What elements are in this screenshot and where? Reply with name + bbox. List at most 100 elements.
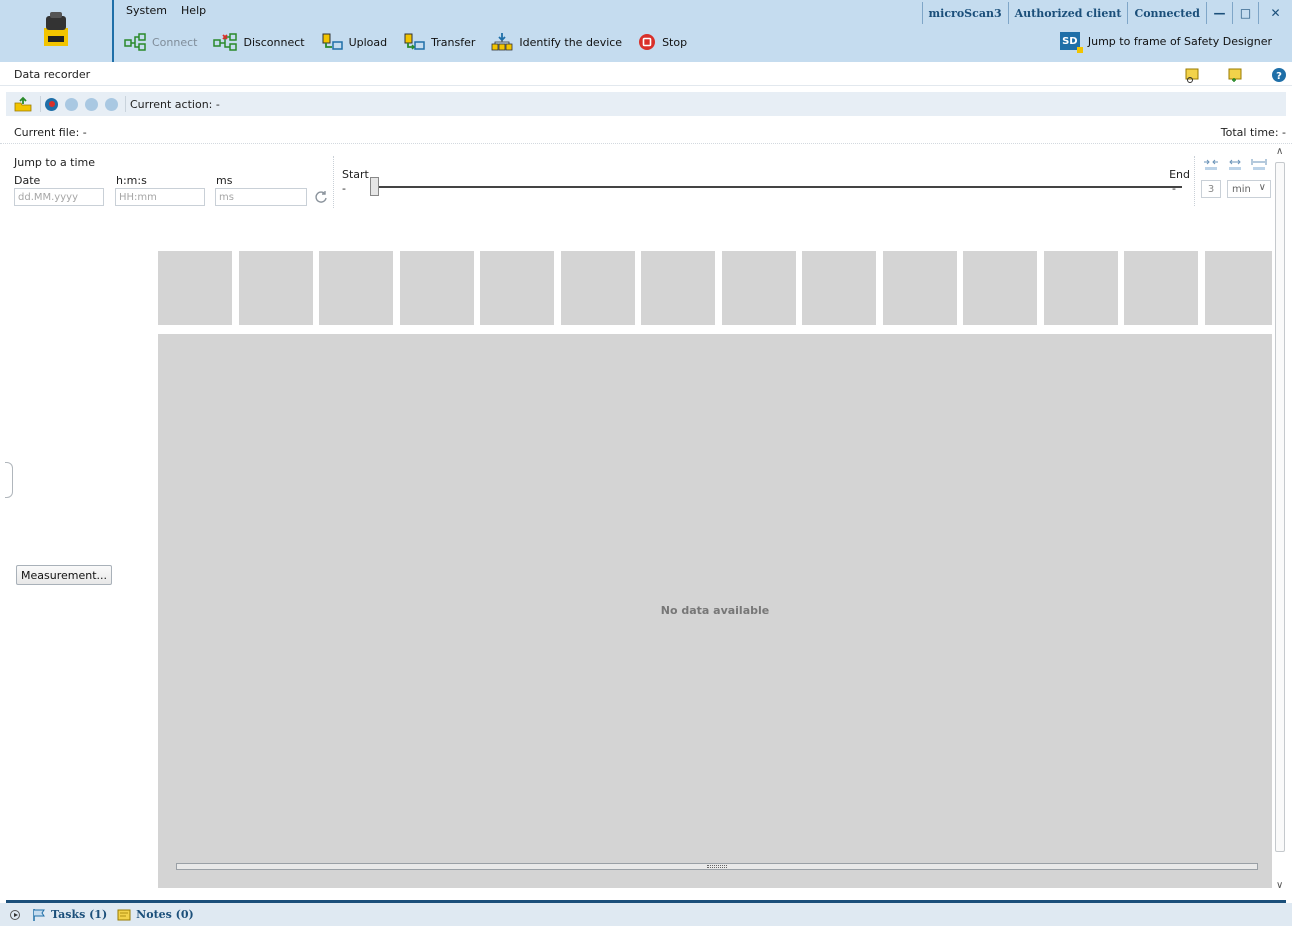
thumbnail-cell[interactable]: [1044, 251, 1118, 325]
status-area: microScan3 Authorized client Connected —…: [921, 2, 1292, 24]
thumbnail-strip: [158, 251, 1272, 325]
zoom-in-icon[interactable]: [1203, 158, 1219, 172]
connect-button[interactable]: Connect: [124, 33, 197, 51]
ms-label: ms: [216, 174, 233, 187]
identify-device-button[interactable]: Identify the device: [491, 33, 622, 51]
transfer-button[interactable]: Transfer: [403, 33, 475, 51]
time-slider-thumb[interactable]: [370, 177, 379, 196]
thumbnail-cell[interactable]: [319, 251, 393, 325]
minimize-button[interactable]: —: [1206, 2, 1232, 24]
disconnect-label: Disconnect: [243, 35, 305, 49]
zoom-amount-input[interactable]: 3: [1201, 180, 1221, 198]
stop-button[interactable]: Stop: [638, 33, 687, 51]
upload-button[interactable]: Upload: [321, 33, 388, 51]
thumbnail-cell[interactable]: [1205, 251, 1272, 325]
end-label: End: [1169, 168, 1190, 181]
measurement-button[interactable]: Measurement...: [16, 565, 113, 585]
page-header: Data recorder ?: [0, 64, 1292, 86]
bottom-panel-bar: Tasks (1) Notes (0): [0, 903, 1292, 926]
current-action-label: Current action: -: [130, 97, 220, 111]
thumbnail-cell[interactable]: [400, 251, 474, 325]
refresh-icon[interactable]: [314, 190, 328, 204]
zoom-out-icon[interactable]: [1227, 158, 1243, 172]
thumbnail-cell[interactable]: [963, 251, 1037, 325]
chevron-down-icon: ∨: [1258, 182, 1266, 193]
date-input[interactable]: [14, 188, 104, 206]
connect-label: Connect: [152, 35, 198, 49]
flag-icon: [33, 908, 45, 921]
chevron-up-icon[interactable]: ∧: [1276, 147, 1284, 157]
file-info-row: Current file: - Total time: -: [0, 124, 1292, 144]
transfer-label: Transfer: [431, 35, 476, 49]
thumbnail-cell[interactable]: [1124, 251, 1198, 325]
thumbnail-cell[interactable]: [480, 251, 554, 325]
tab-notes[interactable]: Notes (0): [117, 908, 194, 922]
stop-icon: [639, 34, 656, 50]
separator: [125, 96, 126, 112]
disconnect-button[interactable]: Disconnect: [213, 33, 305, 51]
identify-icon: [491, 33, 513, 51]
connection-status-label: Connected: [1127, 2, 1206, 24]
thumbnail-cell[interactable]: [561, 251, 635, 325]
hms-label: h:m:s: [116, 174, 147, 187]
tasks-label: Tasks (1): [51, 908, 108, 921]
expand-panel-icon[interactable]: [10, 909, 20, 920]
chevron-down-icon[interactable]: ∨: [1276, 881, 1284, 891]
maximize-button[interactable]: □: [1232, 2, 1258, 24]
zoom-unit-select[interactable]: min ∨: [1227, 180, 1271, 198]
close-button[interactable]: ✕: [1258, 2, 1292, 24]
date-label: Date: [14, 174, 41, 187]
no-data-message: No data available: [660, 604, 770, 617]
notes-label: Notes (0): [136, 908, 194, 921]
data-view-area: No data available: [158, 334, 1272, 888]
zoom-fit-icon[interactable]: [1251, 158, 1267, 172]
time-slider-track[interactable]: [372, 186, 1182, 188]
notes-icon: [117, 909, 131, 920]
thumbnail-cell[interactable]: [158, 251, 232, 325]
pause-icon[interactable]: [85, 97, 98, 111]
jump-heading: Jump to a time: [14, 156, 96, 169]
sidebar-expand-handle[interactable]: [5, 462, 13, 498]
disconnect-icon: [213, 33, 238, 51]
hms-input[interactable]: [115, 188, 205, 206]
vertical-scrollbar[interactable]: ∧ ∨: [1272, 146, 1288, 894]
help-icon[interactable]: ?: [1271, 67, 1287, 83]
menu-system[interactable]: System: [126, 4, 167, 22]
time-slider-area: Start - End -: [340, 164, 1190, 204]
thumbnail-cell[interactable]: [883, 251, 957, 325]
connect-icon: [124, 33, 146, 51]
jump-to-safety-designer-link[interactable]: SD Jump to frame of Safety Designer: [1059, 32, 1272, 53]
start-value: -: [342, 182, 346, 195]
vertical-scroll-thumb[interactable]: [1275, 162, 1285, 852]
thumbnail-cell[interactable]: [239, 251, 313, 325]
menu-bar: System Help: [116, 4, 206, 22]
stop-label: Stop: [662, 35, 688, 49]
current-file-label: Current file: -: [14, 126, 87, 139]
play-icon[interactable]: [65, 97, 78, 111]
thumbnail-cell[interactable]: [802, 251, 876, 325]
transfer-icon: [404, 33, 425, 50]
scanner-device-icon: [44, 12, 68, 46]
ms-input[interactable]: [215, 188, 307, 206]
total-time-label: Total time: -: [1220, 126, 1286, 139]
note-view-icon[interactable]: [1184, 67, 1200, 83]
open-file-icon[interactable]: [14, 96, 32, 112]
client-status-label: Authorized client: [1007, 2, 1128, 24]
record-icon[interactable]: [45, 97, 58, 111]
horizontal-scrollbar[interactable]: [176, 863, 1258, 870]
end-value: -: [1172, 182, 1176, 195]
separator: [40, 96, 41, 112]
menu-help[interactable]: Help: [181, 4, 206, 22]
thumbnail-cell[interactable]: [641, 251, 715, 325]
note-add-icon[interactable]: [1227, 67, 1243, 83]
safety-designer-icon: SD: [1059, 32, 1083, 53]
jump-sd-label: Jump to frame of Safety Designer: [1087, 34, 1272, 48]
scroll-grip[interactable]: [707, 865, 727, 868]
app-window: System Help microScan3 Authorized client…: [0, 0, 1292, 926]
app-logo: [0, 0, 114, 62]
tab-tasks[interactable]: Tasks (1): [32, 908, 107, 922]
upload-icon: [322, 33, 343, 50]
thumbnail-cell[interactable]: [722, 251, 796, 325]
upload-label: Upload: [348, 35, 388, 49]
stop-record-icon[interactable]: [105, 97, 118, 111]
